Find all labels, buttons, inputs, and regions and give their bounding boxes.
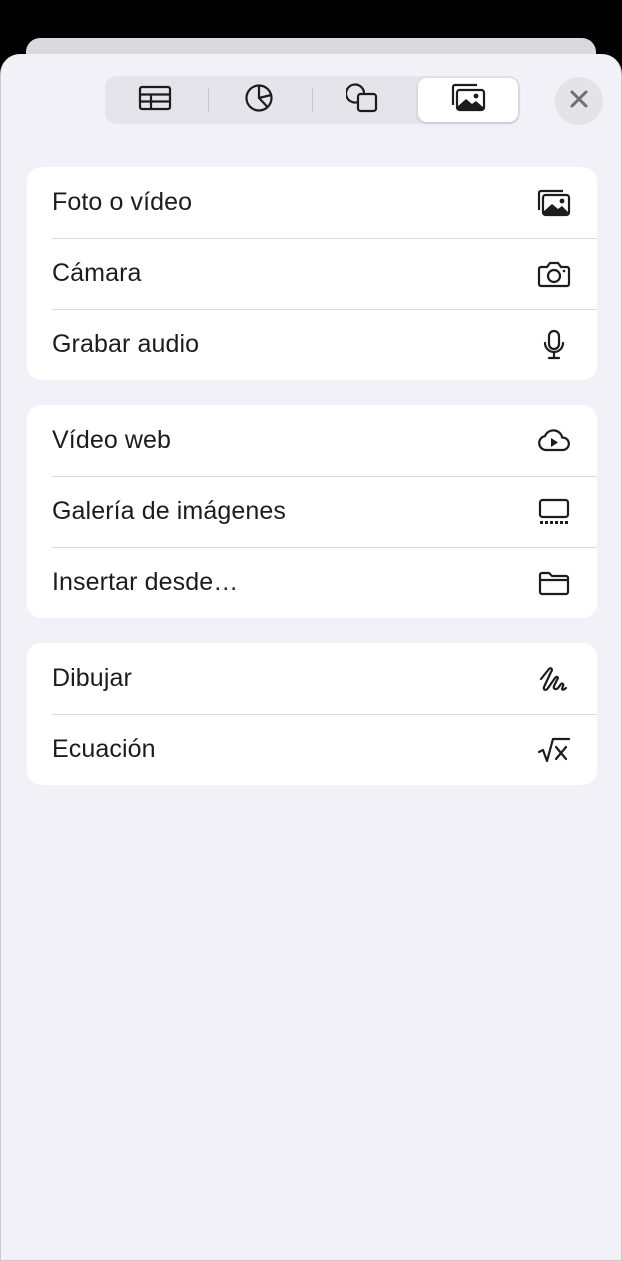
insert-media-sheet: Foto o vídeo Cámara Grabar audio Vídeo w… [0, 54, 622, 1261]
draw-equation-group: Dibujar Ecuación [27, 643, 597, 785]
row-label: Insertar desde… [52, 568, 239, 596]
row-label: Galería de imágenes [52, 497, 286, 525]
row-label: Grabar audio [52, 330, 200, 358]
record-audio-row[interactable]: Grabar audio [27, 309, 597, 380]
image-gallery-row[interactable]: Galería de imágenes [27, 476, 597, 547]
camera-icon [537, 257, 571, 291]
web-video-icon [537, 424, 571, 458]
row-label: Dibujar [52, 664, 132, 692]
row-label: Ecuación [52, 735, 156, 763]
close-icon [569, 89, 589, 114]
draw-icon [537, 662, 571, 696]
equation-icon [537, 733, 571, 767]
tab-table[interactable] [105, 78, 205, 122]
web-video-row[interactable]: Vídeo web [27, 405, 597, 476]
row-label: Foto o vídeo [52, 188, 193, 216]
media-icon [450, 83, 486, 118]
photo-library-icon [537, 186, 571, 220]
equation-row[interactable]: Ecuación [27, 714, 597, 785]
insert-from-row[interactable]: Insertar desde… [27, 547, 597, 618]
table-icon [138, 85, 172, 116]
insert-category-segmented-control [105, 76, 520, 124]
shapes-icon [344, 82, 380, 119]
microphone-icon [537, 328, 571, 362]
row-label: Cámara [52, 259, 142, 287]
camera-row[interactable]: Cámara [27, 238, 597, 309]
tab-media[interactable] [418, 78, 518, 122]
tab-shapes[interactable] [313, 78, 413, 122]
close-button[interactable] [555, 77, 603, 125]
folder-icon [537, 566, 571, 600]
photo-or-video-row[interactable]: Foto o vídeo [27, 167, 597, 238]
media-source-group: Foto o vídeo Cámara Grabar audio [27, 167, 597, 380]
web-media-group: Vídeo web Galería de imágenes Insertar d… [27, 405, 597, 618]
image-gallery-icon [537, 495, 571, 529]
tab-chart[interactable] [209, 78, 309, 122]
draw-row[interactable]: Dibujar [27, 643, 597, 714]
row-label: Vídeo web [52, 426, 172, 454]
chart-icon [244, 83, 274, 118]
